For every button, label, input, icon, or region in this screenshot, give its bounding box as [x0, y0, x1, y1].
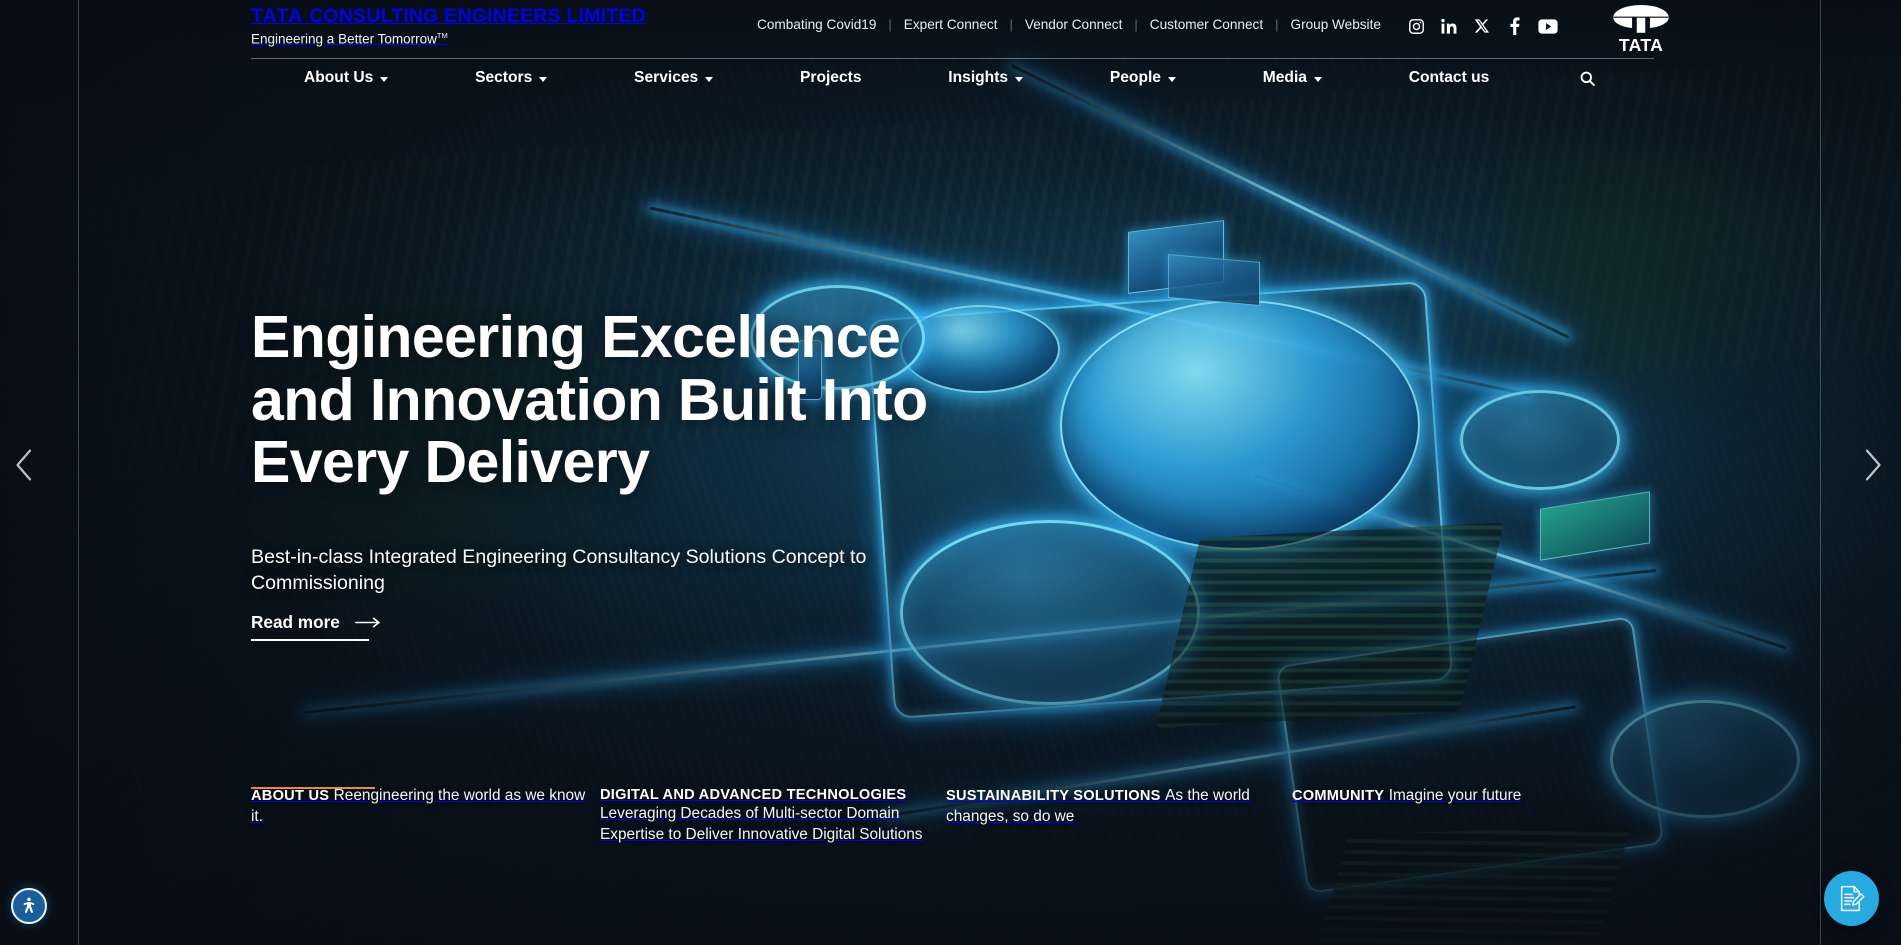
nav-item-label: About Us [304, 69, 374, 86]
read-more-row: Read more [251, 612, 381, 633]
nav-item-insights[interactable]: Insights [948, 69, 1024, 87]
page-root: TATA CONSULTING ENGINEERS LIMITED Engine… [0, 0, 1901, 945]
brand-tagline-text: Engineering a Better Tomorrow [251, 31, 437, 46]
card-title: SUSTAINABILITY SOLUTIONS [946, 788, 1161, 804]
brand-name-tata: TATA [251, 5, 304, 27]
nav-item-label: Services [634, 69, 699, 86]
chevron-down-icon [1313, 77, 1322, 82]
nav-item-contact-us[interactable]: Contact us [1409, 69, 1490, 87]
chevron-down-icon [1167, 77, 1176, 82]
hero-title: Engineering Excellence and Innovation Bu… [251, 304, 928, 496]
brand-logo[interactable]: TATA CONSULTING ENGINEERS LIMITED Engine… [251, 5, 646, 46]
tata-group-logo[interactable]: TATA [1589, 4, 1693, 54]
chevron-down-icon [539, 77, 548, 82]
utility-nav-item-group-website[interactable]: Group Website [1279, 17, 1393, 32]
main-nav: About Us Sectors Services Projects Insig… [251, 58, 1654, 98]
brand-name: TATA CONSULTING ENGINEERS LIMITED [251, 5, 646, 27]
social-links [1406, 16, 1558, 36]
enquiry-form-icon [1840, 885, 1865, 912]
utility-nav-item-vendor-connect[interactable]: Vendor Connect [1013, 17, 1135, 32]
facebook-icon[interactable] [1505, 16, 1525, 36]
nav-item-label: Insights [948, 69, 1009, 86]
card-title: ABOUT US [251, 788, 330, 804]
card-title: DIGITAL AND ADVANCED TECHNOLOGIES [600, 787, 907, 803]
quick-link-card-about-us[interactable]: ABOUT US Reengineering the world as we k… [251, 786, 588, 828]
brand-row: TATA CONSULTING ENGINEERS LIMITED Engine… [0, 0, 1901, 57]
hero-subtitle: Best-in-class Integrated Engineering Con… [251, 546, 867, 595]
utility-nav: Combating Covid19 | Expert Connect | Ven… [745, 17, 1393, 32]
card-title: COMMUNITY [1292, 788, 1385, 804]
hero-read-more-link[interactable]: Read more [251, 612, 381, 641]
svg-text:TATA: TATA [1619, 35, 1663, 54]
quick-link-cards: ABOUT US Reengineering the world as we k… [0, 786, 1901, 945]
site-header: TATA CONSULTING ENGINEERS LIMITED Engine… [0, 0, 1901, 98]
linkedin-icon[interactable] [1439, 16, 1459, 36]
read-more-underline [251, 639, 369, 641]
nav-item-media[interactable]: Media [1263, 69, 1322, 87]
card-description: Imagine your future [1388, 787, 1522, 804]
utility-nav-item-expert-connect[interactable]: Expert Connect [892, 17, 1010, 32]
nav-item-label: Sectors [475, 69, 533, 86]
nav-item-projects[interactable]: Projects [800, 69, 862, 87]
card-progress-fill [251, 787, 375, 789]
brand-tagline-tm: TM [436, 30, 448, 40]
accessibility-widget-button[interactable] [11, 888, 47, 924]
utility-nav-item-customer-connect[interactable]: Customer Connect [1138, 17, 1275, 32]
nav-item-people[interactable]: People [1110, 69, 1176, 87]
brand-name-rest: CONSULTING ENGINEERS LIMITED [303, 5, 646, 27]
youtube-icon[interactable] [1538, 16, 1558, 36]
quick-link-card-digital-and-advanced-technologies[interactable]: DIGITAL AND ADVANCED TECHNOLOGIES Levera… [600, 786, 937, 846]
card-description: Leveraging Decades of Multi-sector Domai… [600, 805, 923, 843]
nav-item-label: Media [1262, 69, 1307, 86]
nav-item-about-us[interactable]: About Us [304, 69, 389, 87]
read-more-label: Read more [251, 612, 340, 632]
nav-item-label: Contact us [1408, 69, 1490, 86]
quick-link-card-community[interactable]: COMMUNITY Imagine your future [1292, 786, 1629, 807]
nav-item-label: Projects [799, 69, 862, 86]
chevron-down-icon [705, 77, 714, 82]
nav-item-services[interactable]: Services [634, 69, 714, 87]
tata-mark-icon [1613, 4, 1669, 33]
main-nav-bar: About Us Sectors Services Projects Insig… [0, 58, 1901, 98]
search-icon[interactable] [1576, 67, 1598, 89]
nav-item-sectors[interactable]: Sectors [475, 69, 548, 87]
enquiry-widget-button[interactable] [1824, 871, 1879, 926]
utility-nav-item-combating-covid19[interactable]: Combating Covid19 [745, 17, 888, 32]
chevron-right-icon [1865, 449, 1881, 481]
brand-tagline: Engineering a Better TomorrowTM [251, 30, 646, 46]
instagram-icon[interactable] [1406, 16, 1426, 36]
tata-wordmark-icon: TATA [1619, 35, 1663, 54]
accessibility-icon [23, 897, 35, 913]
nav-item-label: People [1109, 69, 1161, 86]
chevron-down-icon [380, 77, 389, 82]
carousel-prev-button[interactable] [4, 445, 44, 485]
arrow-right-icon [354, 617, 381, 628]
chevron-left-icon [15, 449, 31, 481]
chevron-down-icon [1015, 77, 1024, 82]
quick-link-card-sustainability-solutions[interactable]: SUSTAINABILITY SOLUTIONS As the world ch… [946, 786, 1283, 828]
x-twitter-icon[interactable] [1472, 16, 1492, 36]
carousel-next-button[interactable] [1852, 445, 1892, 485]
